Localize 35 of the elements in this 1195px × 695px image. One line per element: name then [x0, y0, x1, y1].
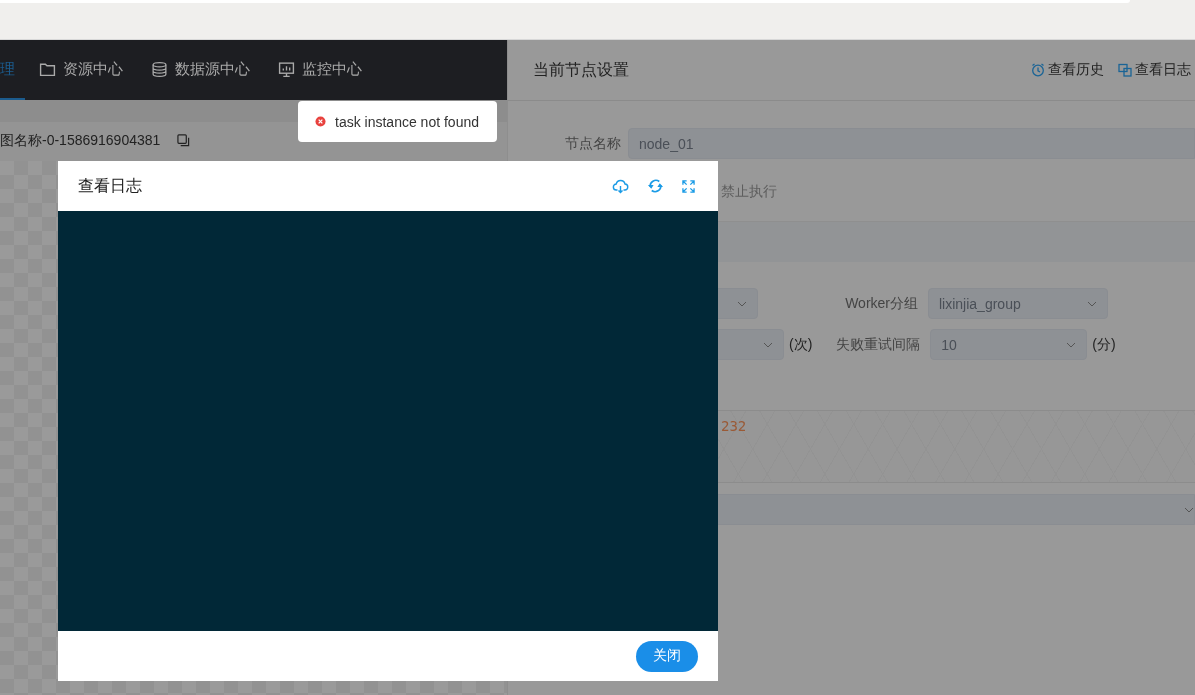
clock-icon [1031, 63, 1045, 77]
nav-tab[interactable]: 资源中心 [25, 40, 137, 100]
close-button[interactable]: 关闭 [636, 640, 698, 672]
document-icon [1118, 63, 1132, 77]
unit-label: (次) [789, 335, 813, 354]
refresh-icon[interactable] [647, 178, 664, 194]
copy-icon[interactable] [177, 134, 191, 147]
chevron-icon [763, 342, 773, 348]
panel-link[interactable]: 查看日志 [1118, 61, 1191, 79]
chevron-icon [1087, 301, 1097, 307]
chevron-icon [737, 301, 747, 307]
error-icon [315, 116, 326, 127]
folder-icon [39, 60, 56, 78]
checkbox-label: 禁止执行 [721, 183, 777, 201]
nav-tab[interactable]: 监控中心 [264, 40, 376, 100]
panel-link[interactable]: 查看历史 [1031, 61, 1104, 79]
retry-interval-select[interactable]: 10 [930, 329, 1088, 360]
field-label: 节点名称 [564, 134, 622, 153]
code-text: 232 [721, 418, 747, 434]
nav-tab[interactable]: 数据源中心 [137, 40, 264, 100]
monitor-icon [278, 60, 295, 78]
unit-label: (分) [1092, 335, 1116, 354]
node-name-field[interactable]: node_01 [628, 128, 1195, 159]
chevron-icon [1066, 342, 1077, 348]
field-label: 失败重试间隔 [836, 335, 921, 354]
workflow-title: 图名称-0-1586916904381 [0, 131, 161, 150]
chevron-icon [1184, 507, 1194, 513]
cloud-download-icon[interactable] [612, 178, 629, 194]
fullscreen-icon[interactable] [682, 179, 695, 193]
database-icon [151, 60, 168, 78]
field-label: Worker分组 [844, 294, 918, 313]
toast-message: task instance not found [335, 113, 479, 130]
panel-title: 当前节点设置 [533, 59, 629, 80]
dialog-title: 查看日志 [78, 175, 142, 196]
worker-group-select[interactable]: lixinjia_group [928, 288, 1108, 319]
